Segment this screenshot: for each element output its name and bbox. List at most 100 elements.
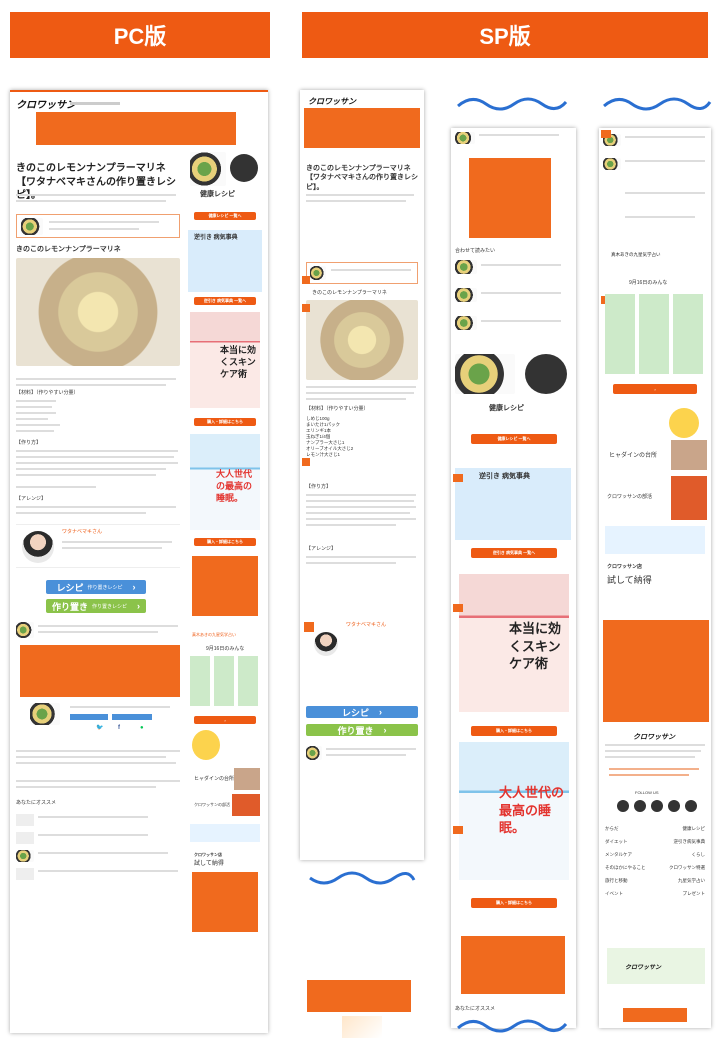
sp1-ingredient-list: しめじ100g まいたけ1パック エリンギ1本 玉ねぎ1/4個 ナンプラー大さじ… <box>306 416 354 458</box>
pc-side-club[interactable]: クロワッサンの部活 <box>194 802 230 807</box>
pc-related-box[interactable] <box>16 214 180 238</box>
decorative-light <box>342 1016 382 1038</box>
sp2-byoki[interactable]: 逆引き 病気事典 <box>455 468 571 540</box>
sp2-book1[interactable]: 本当に効くスキンケア術 <box>459 574 569 712</box>
pc-related-line1 <box>49 221 159 223</box>
pc-side-weather-more[interactable]: › <box>194 716 256 724</box>
social-icon-3[interactable] <box>651 800 663 812</box>
sp1-related2-thumb <box>306 746 322 760</box>
pc-version-header: PC版 <box>10 12 270 58</box>
sp2-book1-buy[interactable]: 購入・詳細はこちら <box>471 726 557 736</box>
wave-sp1-bottom <box>309 871 416 885</box>
sp3-social-icons[interactable] <box>617 800 697 814</box>
pc-logo[interactable]: クロワッサン <box>16 96 76 111</box>
pc-author-name[interactable]: ワタナベマキさん <box>62 529 102 536</box>
sp2-ad-top <box>469 158 551 238</box>
pc-side-book2[interactable]: 大人世代の最高の睡眠。 <box>190 434 260 530</box>
sp2-thumb-top <box>455 132 475 144</box>
sp3-weather-grid[interactable] <box>605 294 705 374</box>
pc-related-line2 <box>49 228 139 230</box>
pc-ad-middle <box>20 645 180 697</box>
pc-label: PC版 <box>113 24 167 49</box>
pc-side-byoki[interactable]: 逆引き 病気事典 <box>188 230 262 292</box>
pc-recommend-heading: あなたにオススメ <box>16 800 57 806</box>
pc-arrange-heading: 【アレンジ】 <box>16 496 47 502</box>
pc-side-pot <box>230 154 258 182</box>
pc-side-ad1 <box>192 556 258 616</box>
wave-sp2-top <box>457 97 568 111</box>
sp2-byoki-more[interactable]: 逆引き 病気事典 一覧へ <box>471 548 557 558</box>
pc-author-avatar <box>22 531 54 563</box>
pc-related2-thumb <box>16 622 34 638</box>
pc-share-thumb <box>30 703 60 725</box>
pc-ingredients-heading: 【材料】（作りやすい分量） <box>16 390 79 396</box>
pc-top-accent <box>10 90 268 92</box>
pc-tsukurioki-button[interactable]: 作り置き 作り置きレシピ › <box>46 599 146 613</box>
sp1-logo[interactable]: クロワッサン <box>308 96 356 107</box>
social-icon-2[interactable] <box>634 800 646 812</box>
sp2-marker-2 <box>453 604 463 612</box>
sp-label: SP版 <box>479 24 531 49</box>
twitter-icon[interactable]: 🐦 <box>96 724 103 732</box>
pc-side-book1[interactable]: 本当に効くスキンケア術 <box>190 312 260 408</box>
facebook-icon[interactable]: f <box>118 724 120 732</box>
pc-side-book1-buy[interactable]: 購入・詳細はこちら <box>194 418 256 426</box>
sp3-store-sub: 試して納得 <box>607 575 652 585</box>
sp3-weather-date: 9月16日のみんな <box>629 280 668 286</box>
pc-side-byoki-more[interactable]: 逆引き 病気事典 一覧へ <box>194 297 256 305</box>
sp1-subheading: きのこのレモンナンプラーマリネ <box>312 290 387 296</box>
sp3-ad <box>603 620 709 722</box>
sp3-weather-banner[interactable] <box>605 526 705 554</box>
pc-side-weather-banner[interactable] <box>190 824 260 842</box>
sp2-marker-3 <box>453 826 463 834</box>
sp1-title: きのこのレモンナンプラーマリネ【ワタナベマキさんの作り置きレシピ】。 <box>306 165 418 191</box>
sp3-store[interactable]: クロワッサン店 <box>607 564 642 571</box>
sp1-marker-1 <box>302 276 310 284</box>
sp-version-header: SP版 <box>302 12 708 58</box>
sp1-main-photo <box>306 300 418 380</box>
sp3-hygiene-photo <box>671 440 707 470</box>
social-icon-4[interactable] <box>668 800 680 812</box>
sp3-weather-title: 真木あきの九星気学占い <box>611 252 661 257</box>
pc-side-book2-buy[interactable]: 購入・詳細はこちら <box>194 538 256 546</box>
sp2-pot <box>525 354 567 394</box>
pc-side-store-sub: 試して納得 <box>194 861 224 867</box>
pc-share-badge-2[interactable] <box>112 714 152 720</box>
pc-main-photo <box>16 258 180 366</box>
sp3-footer-logo[interactable]: クロワッサン <box>633 732 675 742</box>
sp3-weather-more[interactable]: › <box>613 384 697 394</box>
social-icon-5[interactable] <box>685 800 697 812</box>
sp2-book2-buy[interactable]: 購入・詳細はこちら <box>471 898 557 908</box>
sp1-recipe-button[interactable]: レシピ › <box>306 706 418 718</box>
sp1-tsukurioki-button[interactable]: 作り置き › <box>306 724 418 736</box>
pc-side-weather-date: 9月16日のみんな <box>206 646 245 652</box>
line-icon[interactable]: ● <box>140 724 144 732</box>
social-icon-1[interactable] <box>617 800 629 812</box>
pc-side-hygiene-photo <box>234 768 260 790</box>
sp3-marker-1 <box>601 130 611 138</box>
sp2-book2[interactable]: 大人世代の最高の睡眠。 <box>459 742 569 880</box>
pc-tagline <box>70 102 120 105</box>
sp2-healthy-more[interactable]: 健康レシピ 一覧へ <box>471 434 557 444</box>
pc-ad-banner <box>36 112 236 145</box>
sp3-hygiene[interactable]: ヒャダインの台所 <box>609 452 657 460</box>
sp-page-3: 真木あきの九星気学占い 9月16日のみんな › ヒャダインの台所 クロワッサンの… <box>599 128 711 1028</box>
pc-side-store[interactable]: クロワッサン店 <box>194 852 222 857</box>
pc-side-weather-grid[interactable] <box>190 656 260 706</box>
sp1-author-name[interactable]: ワタナベマキさん <box>346 622 386 629</box>
sp3-footer-links[interactable]: からだ 健康レシピ ダイエット 逆引き病気事典 メンタルケア くらし そのほかにやるこ… <box>605 826 705 904</box>
sp1-related-box[interactable] <box>306 262 418 284</box>
pc-share-badge-1[interactable] <box>70 714 108 720</box>
sp3-mailmag-box[interactable]: クロワッサン <box>607 948 705 984</box>
pc-recipe-button[interactable]: レシピ 作り置きレシピ › <box>46 580 146 594</box>
pc-side-hygiene[interactable]: ヒャダインの台所 <box>194 776 234 783</box>
pc-side-weather-title: 真木あきの九星気学占い <box>192 632 236 637</box>
pc-side-mascot <box>192 730 220 760</box>
pc-side-healthy-more[interactable]: 健康レシピ 一覧へ <box>194 212 256 220</box>
sp3-register-button[interactable] <box>623 1008 687 1022</box>
pc-author-box: ワタナベマキさん <box>16 524 180 568</box>
pc-lead-1 <box>16 194 176 196</box>
sp1-marker-4 <box>304 622 314 632</box>
pc-lead-2 <box>16 200 166 202</box>
sp3-club[interactable]: クロワッサンの部活 <box>607 494 652 501</box>
